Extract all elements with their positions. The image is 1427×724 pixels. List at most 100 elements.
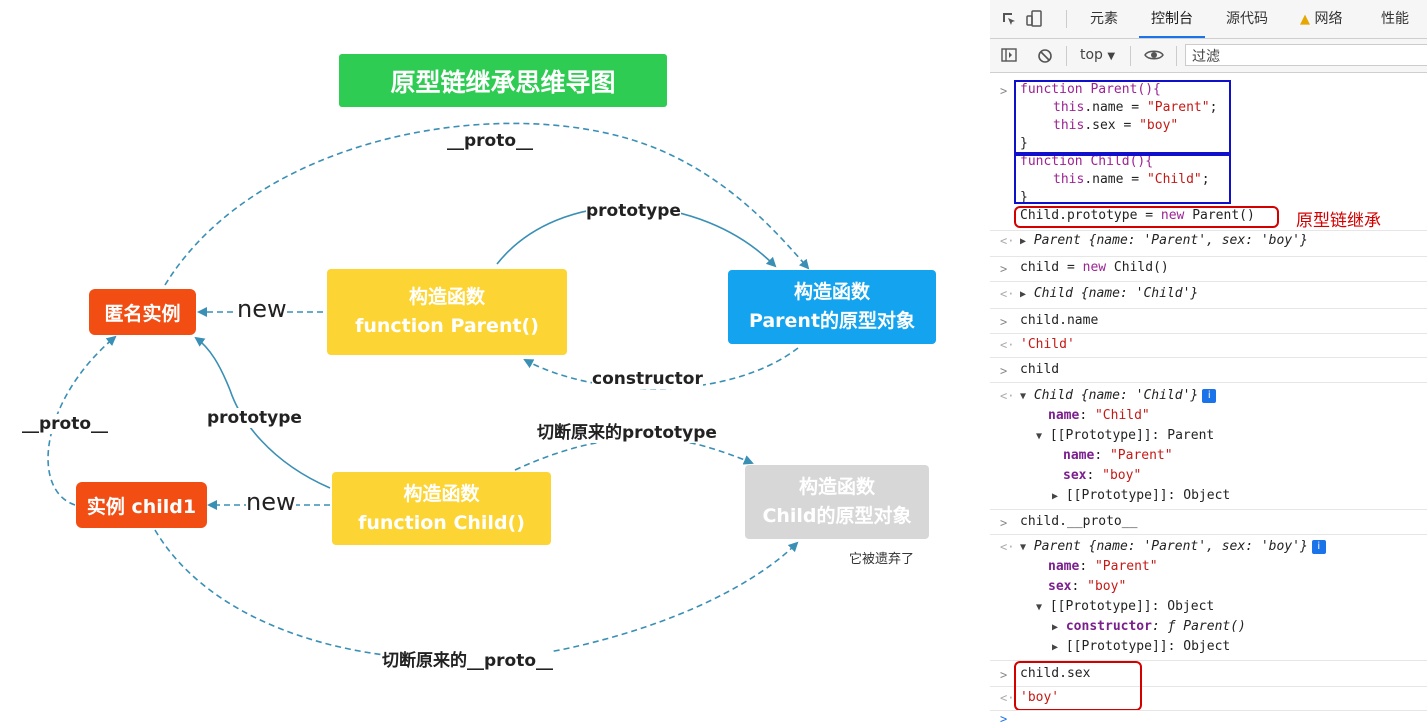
constructor-row[interactable]: ▶ constructor: ƒ Parent()	[1052, 618, 1246, 637]
proto-val: : Object	[1151, 599, 1215, 614]
parent-prototype-box: 构造函数 Parent的原型对象	[728, 270, 936, 344]
parent-ctor-line1: 构造函数	[408, 286, 485, 308]
output-icon: <·	[1000, 540, 1015, 554]
output-icon: <·	[1000, 389, 1015, 403]
diagram-title-text: 原型链继承思维导图	[390, 67, 616, 97]
entry-separator	[990, 710, 1427, 711]
prompt-icon: >	[1000, 315, 1008, 329]
child1-instance-text: 实例 child1	[86, 495, 197, 518]
proto-val: : Parent	[1151, 428, 1215, 443]
console-prompt-icon[interactable]: >	[1000, 712, 1007, 724]
filter-input[interactable]: 过滤	[1185, 44, 1427, 66]
device-toolbar-icon[interactable]	[1026, 10, 1044, 28]
prompt-icon: >	[1000, 668, 1008, 682]
prompt-icon: >	[1000, 516, 1008, 530]
dropdown-arrow-icon: ▼	[1107, 51, 1116, 62]
child-proto-line1: 构造函数	[798, 476, 875, 498]
sidebar-toggle-icon[interactable]	[1001, 48, 1017, 66]
label-constructor: constructor	[592, 369, 703, 389]
anon-instance-text: 匿名实例	[104, 302, 181, 325]
context-selector[interactable]: top ▼	[1080, 47, 1115, 63]
proto-val: : Object	[1167, 488, 1231, 503]
parent-ctor-line2: function Parent()	[355, 315, 539, 337]
expand-triangle-icon: ▶	[1052, 622, 1059, 633]
annotation-inheritance: 原型链继承	[1296, 211, 1381, 231]
inspect-element-icon[interactable]	[1001, 11, 1016, 26]
prototype-row[interactable]: ▼ [[Prototype]]: Parent	[1036, 427, 1214, 446]
entry-separator	[990, 256, 1427, 257]
output-parent-expanded[interactable]: ▼ Parent {name: 'Parent', sex: 'boy'} i	[1020, 538, 1326, 557]
clear-console-icon[interactable]	[1037, 48, 1053, 68]
arrow-cut-proto	[154, 529, 799, 661]
expand-triangle-icon: ▶	[1020, 289, 1027, 300]
entry-separator	[990, 534, 1427, 535]
child-ctor-line1: 构造函数	[403, 482, 480, 505]
in2c: Child()	[1106, 260, 1169, 275]
proto-val: : Object	[1167, 639, 1231, 654]
diagram-arrows	[47, 122, 810, 661]
input-child: child	[1020, 362, 1060, 377]
prop-row: sex: "boy"	[1063, 468, 1142, 483]
input-child-name: child.name	[1020, 313, 1099, 328]
parent-constructor-box: 构造函数 function Parent()	[327, 269, 567, 355]
collapse-triangle-icon: ▼	[1020, 542, 1027, 553]
prop-key: name	[1048, 559, 1080, 574]
toolbar-separator-2	[1130, 46, 1131, 66]
prop-value: "Parent"	[1109, 448, 1173, 463]
tab-network-label: 网络	[1314, 11, 1343, 27]
output-parent-object[interactable]: ▶ Parent {name: 'Parent', sex: 'boy'}	[1020, 232, 1308, 251]
filter-placeholder: 过滤	[1192, 49, 1220, 65]
entry-separator	[990, 382, 1427, 383]
prop-row: name: "Child"	[1048, 408, 1150, 423]
label-new-parent: new	[237, 295, 287, 323]
prop-row: sex: "boy"	[1048, 579, 1127, 594]
out5-head-body: {name: 'Parent', sex: 'boy'}	[1080, 539, 1308, 554]
in2b: new	[1082, 260, 1107, 275]
label-proto-left: __proto__	[22, 414, 109, 434]
prototype-row[interactable]: ▶ [[Prototype]]: Object	[1052, 487, 1230, 506]
prompt-icon: >	[1000, 84, 1008, 98]
collapse-triangle-icon: ▼	[1036, 431, 1043, 442]
expand-triangle-icon: ▶	[1052, 642, 1059, 653]
devtools-panel: 元素 控制台 源代码 ▲ 网络 性能 top ▼ 过滤 > function P…	[990, 0, 1427, 724]
out5-head-name: Parent	[1033, 539, 1081, 554]
highlight-prototype-assign	[1014, 206, 1279, 228]
out1-body: {name: 'Parent', sex: 'boy'}	[1080, 233, 1308, 248]
child-prototype-box: 构造函数 Child的原型对象	[745, 465, 929, 539]
ctor-val: : ƒ Parent()	[1151, 619, 1246, 634]
info-icon[interactable]: i	[1202, 389, 1217, 403]
output-icon: <·	[1000, 338, 1015, 352]
output-child-expanded[interactable]: ▼ Child {name: 'Child'} i	[1020, 387, 1217, 406]
tab-sources[interactable]: 源代码	[1226, 0, 1268, 38]
tabbar-separator	[1066, 10, 1067, 28]
tab-console[interactable]: 控制台	[1139, 0, 1205, 38]
prop-key: sex	[1048, 579, 1072, 594]
console-toolbar: top ▼ 过滤	[990, 39, 1427, 73]
tab-elements[interactable]: 元素	[1090, 0, 1118, 38]
prop-key: name	[1048, 408, 1080, 423]
tab-network[interactable]: ▲ 网络	[1300, 0, 1342, 38]
label-new-child: new	[246, 488, 296, 516]
highlight-child-function	[1014, 154, 1231, 204]
expand-triangle-icon: ▶	[1052, 491, 1059, 502]
label-abandoned: 它被遗弃了	[849, 552, 915, 567]
entry-separator	[990, 281, 1427, 282]
eye-icon[interactable]	[1144, 48, 1164, 66]
prototype-row[interactable]: ▶ [[Prototype]]: Object	[1052, 638, 1230, 657]
output-child-object[interactable]: ▶ Child {name: 'Child'}	[1020, 285, 1198, 304]
output-icon: <·	[1000, 691, 1015, 705]
label-cut-proto: 切断原来的__proto__	[382, 651, 554, 671]
warning-icon: ▲	[1300, 12, 1310, 27]
input-child-proto: child.__proto__	[1020, 514, 1138, 529]
out2-body: {name: 'Child'}	[1073, 286, 1199, 301]
prop-key: sex	[1063, 468, 1087, 483]
ctor-key: constructor	[1065, 619, 1152, 634]
entry-separator	[990, 308, 1427, 309]
info-icon[interactable]: i	[1311, 540, 1326, 554]
proto-key: [[Prototype]]	[1065, 639, 1168, 654]
tab-performance[interactable]: 性能	[1381, 0, 1409, 38]
prototype-row[interactable]: ▼ [[Prototype]]: Object	[1036, 598, 1214, 617]
proto-key: [[Prototype]]	[1049, 599, 1152, 614]
out4-head-body: {name: 'Child'}	[1073, 388, 1199, 403]
prompt-icon: >	[1000, 364, 1008, 378]
